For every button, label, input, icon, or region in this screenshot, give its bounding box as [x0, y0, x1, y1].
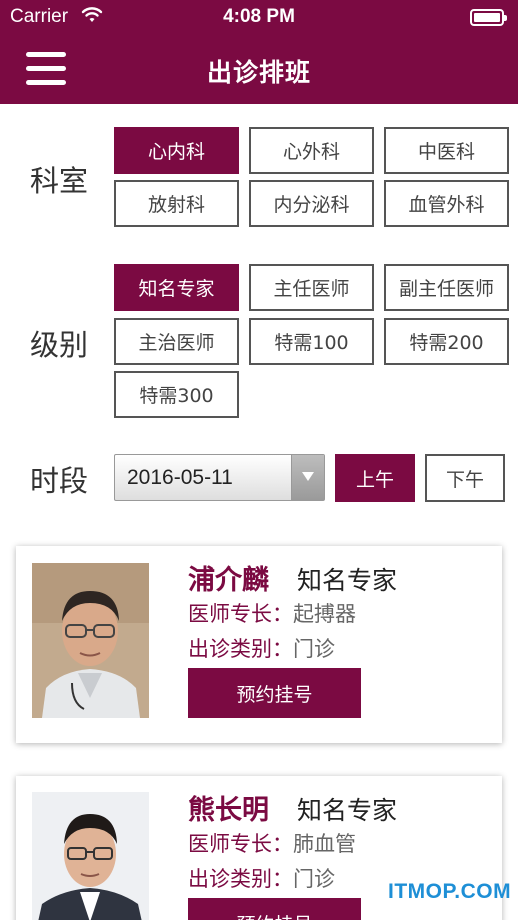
doctor-card[interactable]: 浦介麟 知名专家 医师专长：起搏器 出诊类别：门诊 预约挂号	[16, 546, 502, 743]
dropdown-arrow-icon[interactable]	[291, 455, 324, 500]
doctor-specialty: 医师专长：起搏器	[188, 598, 356, 628]
page-title: 出诊排班	[206, 58, 311, 87]
level-label: 级别	[30, 328, 89, 362]
clock: 4:08 PM	[223, 6, 295, 27]
level-option-2[interactable]: 副主任医师	[384, 264, 509, 311]
period-label: 时段	[30, 464, 89, 498]
nav-bar: 出诊排班	[0, 34, 518, 104]
battery-icon	[470, 9, 507, 26]
visit-type-value: 门诊	[293, 637, 335, 661]
level-option-4[interactable]: 特需100	[249, 318, 374, 365]
department-option-0[interactable]: 心内科	[114, 127, 239, 174]
specialty-key: 医师专长：	[188, 832, 293, 856]
doctor-visit-type: 出诊类别：门诊	[188, 863, 335, 893]
department-option-2[interactable]: 中医科	[384, 127, 509, 174]
doctor-name: 浦介麟	[188, 565, 269, 596]
date-value: 2016-05-11	[127, 466, 233, 489]
doctor-specialty: 医师专长：肺血管	[188, 828, 356, 858]
watermark: ITMOP.COM	[388, 880, 512, 903]
status-bar: Carrier 4:08 PM	[0, 0, 518, 34]
visit-type-value: 门诊	[293, 867, 335, 891]
doctor-avatar	[32, 563, 149, 718]
level-option-6[interactable]: 特需300	[114, 371, 239, 418]
battery-level	[474, 13, 500, 22]
specialty-value: 起搏器	[293, 602, 356, 626]
level-option-1[interactable]: 主任医师	[249, 264, 374, 311]
doctor-name: 熊长明	[188, 795, 269, 826]
department-option-5[interactable]: 血管外科	[384, 180, 509, 227]
level-option-5[interactable]: 特需200	[384, 318, 509, 365]
specialty-value: 肺血管	[293, 832, 356, 856]
level-option-0[interactable]: 知名专家	[114, 264, 239, 311]
department-label: 科室	[30, 164, 89, 198]
department-option-3[interactable]: 放射科	[114, 180, 239, 227]
period-option-0[interactable]: 上午	[335, 454, 415, 502]
period-option-1[interactable]: 下午	[425, 454, 505, 502]
book-appointment-button[interactable]: 预约挂号	[188, 668, 361, 718]
department-option-4[interactable]: 内分泌科	[249, 180, 374, 227]
date-select[interactable]: 2016-05-11	[114, 454, 325, 501]
doctor-avatar	[32, 792, 149, 920]
department-option-1[interactable]: 心外科	[249, 127, 374, 174]
level-option-3[interactable]: 主治医师	[114, 318, 239, 365]
specialty-key: 医师专长：	[188, 602, 293, 626]
visit-type-key: 出诊类别：	[188, 637, 293, 661]
book-appointment-button[interactable]: 预约挂号	[188, 898, 361, 920]
doctor-visit-type: 出诊类别：门诊	[188, 633, 335, 663]
doctor-level: 知名专家	[297, 566, 398, 595]
doctor-level: 知名专家	[297, 796, 398, 825]
visit-type-key: 出诊类别：	[188, 867, 293, 891]
